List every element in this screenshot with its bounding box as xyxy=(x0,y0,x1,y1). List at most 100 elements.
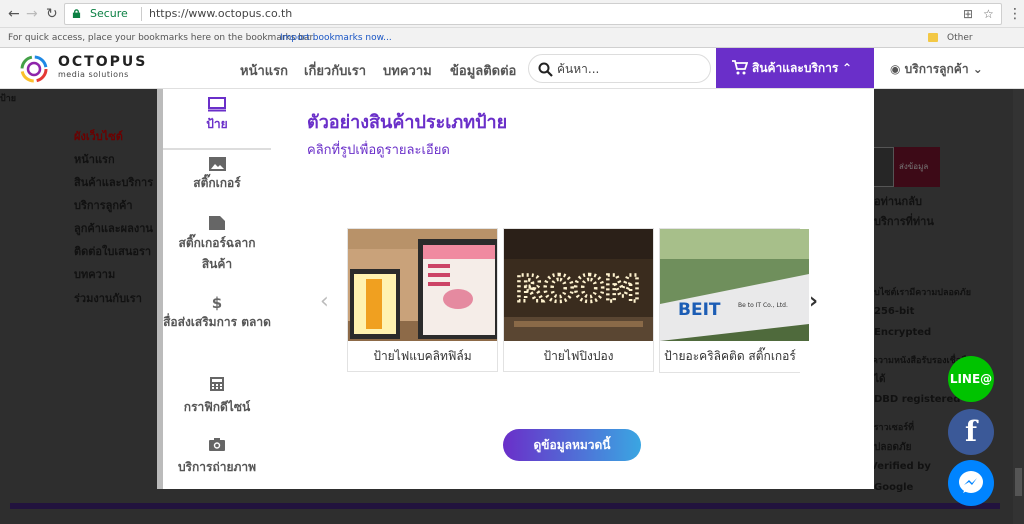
category-stickers[interactable]: สติ๊กเกอร์ xyxy=(163,157,271,193)
category-label: กราฟิกดีไซน์ xyxy=(183,400,251,414)
address-bar[interactable]: Secure https://www.octopus.co.th ⊞ ☆ xyxy=(64,3,1002,25)
product-card[interactable]: ROOM ป้ายไฟปิงปอง xyxy=(503,228,654,372)
chevron-down-icon: ⌄ xyxy=(972,62,983,76)
image-icon xyxy=(208,157,226,171)
menu-icon[interactable]: ⋮ xyxy=(1008,6,1022,22)
products-label: สินค้าและบริการ xyxy=(752,61,839,75)
bg-security-line: ได้ xyxy=(874,374,886,385)
bookmarks-bar: For quick access, place your bookmarks h… xyxy=(0,29,1024,61)
product-image-pingpong: ROOM xyxy=(504,229,653,341)
footer-bar xyxy=(10,503,1000,509)
bg-security-line: Encrypted xyxy=(874,327,932,338)
product-card[interactable]: ป้ายไฟแบคลิทฟิล์ม xyxy=(347,228,498,372)
bg-sitemap-item: ติดต่อใบเสนอรา xyxy=(74,245,152,258)
bg-security-line: Verified by xyxy=(870,461,931,472)
url-text: https://www.octopus.co.th xyxy=(149,7,293,20)
line-button[interactable]: LINE@ xyxy=(948,356,994,402)
divider xyxy=(141,7,142,21)
messenger-icon xyxy=(959,471,983,493)
bg-submit-label: ส่งข้อมูล xyxy=(899,162,929,171)
chevron-up-icon: ⌃ xyxy=(842,61,853,75)
bg-left-clip: ป้าย xyxy=(0,94,17,104)
category-graphic-design[interactable]: กราฟิกดีไซน์ xyxy=(163,377,271,417)
product-card[interactable]: BEIT Be to IT Co., Ltd. ป้ายอะคริลิคติด … xyxy=(659,228,809,373)
products-services-button[interactable]: สินค้าและบริการ ⌃ xyxy=(716,48,874,88)
account-icon: ◉ xyxy=(890,62,901,76)
menu-contact[interactable]: ข้อมูลติดต่อ xyxy=(450,60,516,81)
bg-sitemap-header: ผังเว็บไซต์ xyxy=(74,130,123,143)
octopus-logo-icon[interactable] xyxy=(16,52,52,86)
bg-security-line: บราวเซอร์ที่ xyxy=(868,423,915,433)
carousel-prev-icon[interactable]: ‹ xyxy=(320,289,329,314)
product-image-backlit xyxy=(348,229,497,341)
section-subtitle: คลิกที่รูปเพื่อดูรายละเอียด xyxy=(307,143,450,158)
product-label: ป้ายไฟปิงปอง xyxy=(543,349,614,363)
customer-service-menu[interactable]: ◉ บริการลูกค้า ⌄ xyxy=(890,60,983,79)
bg-right-text: อท่านกลับ xyxy=(874,195,922,208)
customer-service-label: บริการลูกค้า xyxy=(904,62,969,76)
bg-submit-button: ส่งข้อมูล xyxy=(894,147,940,187)
bg-sitemap-item: บทความ xyxy=(74,268,116,281)
category-product-labels[interactable]: สติ๊กเกอร์ฉลาก สินค้า xyxy=(163,216,271,275)
calculator-icon xyxy=(210,377,224,391)
bg-security-line: Google xyxy=(874,482,914,493)
camera-icon xyxy=(209,438,225,451)
search-icon xyxy=(538,62,553,77)
bg-sitemap-item: หน้าแรก xyxy=(74,153,115,166)
products-mega-menu: ป้าย สติ๊กเกอร์ สติ๊กเกอร์ฉลาก สินค้า $ … xyxy=(157,89,874,489)
product-image-acrylic: BEIT Be to IT Co., Ltd. xyxy=(660,229,809,341)
pingpong-sign-text: ROOM xyxy=(516,269,641,310)
forward-icon[interactable]: → xyxy=(26,6,38,22)
logo-tagline: media solutions xyxy=(58,70,129,79)
reload-icon[interactable]: ↻ xyxy=(46,6,58,22)
label-icon xyxy=(209,216,225,230)
menu-articles[interactable]: บทความ xyxy=(383,60,432,81)
category-divider xyxy=(163,148,271,150)
bg-security-line: 256-bit xyxy=(874,306,915,317)
category-label: ป้าย xyxy=(206,117,228,131)
bg-security-line: เว็บไซต์เรามีความปลอดภัย xyxy=(866,288,971,298)
bg-sitemap-item: ลูกค้าและผลงาน xyxy=(74,222,153,235)
star-icon[interactable]: ☆ xyxy=(983,4,994,24)
messenger-button[interactable] xyxy=(948,460,994,506)
product-label: ป้ายไฟแบคลิทฟิล์ม xyxy=(373,349,472,363)
back-icon[interactable]: ← xyxy=(8,6,20,22)
category-label: สติ๊กเกอร์ฉลาก สินค้า xyxy=(178,236,256,271)
dollar-icon: $ xyxy=(211,294,223,312)
category-photography[interactable]: บริการถ่ายภาพ xyxy=(163,437,271,477)
category-marketing-media[interactable]: $ สื่อส่งเสริมการ ตลาด xyxy=(163,294,271,333)
section-title: ตัวอย่างสินค้าประเภทป้าย xyxy=(307,112,508,133)
monitor-icon xyxy=(208,97,226,112)
acrylic-sign-company: Be to IT Co., Ltd. xyxy=(738,302,788,309)
category-label: สื่อส่งเสริมการ ตลาด xyxy=(163,315,271,329)
bg-right-text: บริการที่ท่าน xyxy=(874,215,934,228)
bg-security-line: DBD registered xyxy=(874,394,961,405)
acrylic-sign-text: BEIT xyxy=(678,300,721,320)
page-scrollbar[interactable] xyxy=(1013,89,1024,524)
menu-home[interactable]: หน้าแรก xyxy=(240,60,288,81)
bg-sitemap-item: บริการลูกค้า xyxy=(74,199,133,212)
bg-sitemap-item: ร่วมงานกับเรา xyxy=(74,292,142,305)
browser-toolbar: ← → ↻ Secure https://www.octopus.co.th ⊞… xyxy=(0,0,1024,28)
search-box xyxy=(528,54,711,83)
facebook-button[interactable]: f xyxy=(948,409,994,455)
site-header: OCTOPUS media solutions หน้าแรก เกี่ยวกั… xyxy=(0,48,1024,89)
logo-name: OCTOPUS xyxy=(58,54,148,70)
lock-icon xyxy=(72,9,81,18)
product-label: ป้ายอะคริลิคติด สติ๊กเกอร์ xyxy=(664,349,796,363)
carousel-next-icon[interactable]: › xyxy=(809,289,818,314)
view-category-button[interactable]: ดูข้อมูลหมวดนี้ xyxy=(503,429,641,461)
category-label: สติ๊กเกอร์ xyxy=(193,176,241,190)
category-label: บริการถ่ายภาพ xyxy=(177,460,257,474)
category-signs[interactable]: ป้าย xyxy=(163,97,271,134)
cart-icon xyxy=(732,60,748,75)
bookmarks-hint: For quick access, place your bookmarks h… xyxy=(8,33,316,43)
scrollbar-thumb[interactable] xyxy=(1015,468,1022,496)
menu-about[interactable]: เกี่ยวกับเรา xyxy=(304,60,366,81)
search-input[interactable] xyxy=(557,60,697,78)
import-bookmarks-link[interactable]: Import bookmarks now... xyxy=(280,29,392,47)
bg-sitemap-item: สินค้าและบริการ xyxy=(74,176,154,189)
translate-icon[interactable]: ⊞ xyxy=(963,4,973,24)
bg-security-line: ปลอดภัย xyxy=(874,442,912,453)
folder-icon xyxy=(928,33,938,42)
